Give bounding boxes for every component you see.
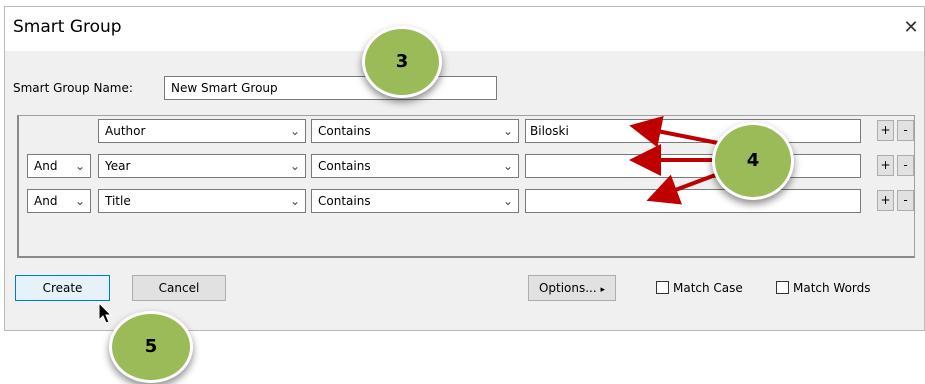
callout-arrow bbox=[629, 115, 719, 148]
mouse-pointer-icon bbox=[98, 301, 113, 324]
callout-badge-4: 4 bbox=[712, 122, 794, 200]
callout-badge-5: 5 bbox=[109, 311, 193, 383]
callout-arrow bbox=[646, 172, 719, 205]
callout-badge-3: 3 bbox=[362, 26, 442, 98]
